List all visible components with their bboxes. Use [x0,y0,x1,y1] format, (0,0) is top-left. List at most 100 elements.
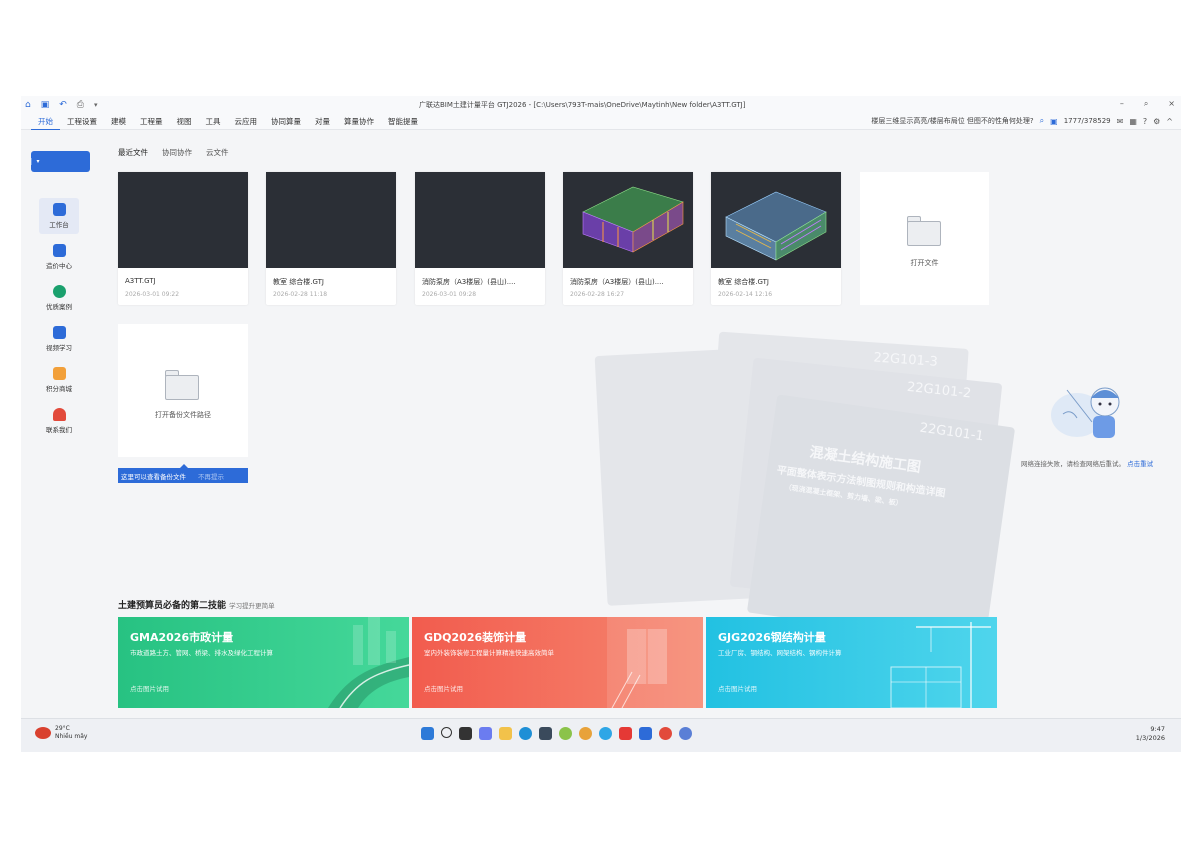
menu-item-cooperate[interactable]: 算量协作 [337,114,381,130]
sidebar-item-cost-center[interactable]: 造价中心 [39,239,79,275]
right-panel: 网络连接失败，请检查网络后重试。 点击重试 [1017,130,1181,718]
promo-card-subtitle: 工业厂房、钢结构、网架结构、钢构件计算 [718,649,842,657]
task-view-icon[interactable] [459,727,472,740]
account-id[interactable]: 1777/378529 [1064,117,1111,125]
recent-file-card[interactable]: 消防泵房（A3楼层）(县山).... 2026-03-01 09:28 [415,172,545,305]
window-controls: – ⌕ × [1120,99,1175,109]
mascot-illustration [1051,387,1120,438]
menu-item-quantities[interactable]: 工程量 [133,114,170,130]
promo-card-gjg[interactable]: GJG2026钢结构计量 工业厂房、钢结构、网架结构、钢构件计算 点击图片试用 [706,617,997,708]
book-code: 22G101-2 [906,379,972,402]
print-icon[interactable]: ⎙ [77,100,84,110]
collapse-icon[interactable]: ^ [1166,117,1173,126]
customize-icon[interactable]: ▾ [94,101,98,109]
clock-time: 9:47 [1150,725,1165,733]
message-icon[interactable]: ✉ [1117,117,1124,126]
promo-card-gdq[interactable]: GDQ2026装饰计量 室内外装饰装修工程量计算精准快速高效简单 点击图片试用 [412,617,703,708]
menu-bar: 开始 工程设置 建模 工程量 视图 工具 云应用 协同算量 对量 算量协作 智能… [21,114,1181,130]
book-cover: 22G101-1 混凝土结构施工图 平面整体表示方法制图规则和构造详图 （现浇混… [746,394,1016,646]
sidebar: + 新建 ▾ 工作台 造价中心 优质案例 视频学习 积分商城 [21,130,663,718]
user-avatar-icon[interactable]: ▣ [1050,117,1058,126]
chrome-alt-icon[interactable] [659,727,672,740]
hint-dismiss-link[interactable]: 不再提示 [198,471,224,481]
sidebar-item-label: 积分商城 [46,385,72,393]
recent-file-card[interactable]: 消防泵房（A3楼层）(县山).... 2026-02-28 16:27 [563,172,693,305]
sidebar-item-store[interactable]: 积分商城 [39,362,79,398]
tab-cloud-files[interactable]: 云文件 [206,147,229,158]
backup-hint-tooltip: 这里可以查看备份文件 不再提示 [118,468,248,483]
menu-tabs: 开始 工程设置 建模 工程量 视图 工具 云应用 协同算量 对量 算量协作 智能… [21,114,425,130]
menu-item-collab[interactable]: 协同算量 [264,114,308,130]
file-thumbnail [563,172,693,268]
undo-icon[interactable]: ↶ [59,100,67,110]
gift-icon [52,367,66,380]
gtj-app-icon[interactable] [639,727,652,740]
minimize-button[interactable]: – [1120,99,1124,109]
background-books-image: 22G101-3 22G101-2 22G101-1 混凝土结构施工图 平面整体… [591,331,1016,646]
search-icon[interactable]: ⌕ [1040,116,1044,126]
weather-icon [35,727,51,739]
weather-desc: Nhiều mây [55,733,88,740]
promo-card-action[interactable]: 点击图片试用 [718,683,757,693]
ie-icon[interactable] [599,727,612,740]
menu-item-project-settings[interactable]: 工程设置 [60,114,104,130]
title-bar: ⌂ ▣ ↶ ⎙ ▾ 广联达BIM土建计量平台 GTJ2026 - [C:\Use… [21,96,1181,114]
sidebar-item-label: 联系我们 [46,426,72,434]
quick-access-toolbar: ⌂ ▣ ↶ ⎙ ▾ [21,100,98,110]
retry-link[interactable]: 点击重试 [1127,460,1153,468]
promo-card-action[interactable]: 点击图片试用 [424,683,463,693]
settings-icon[interactable]: ⚙ [1153,117,1160,126]
menu-item-compare[interactable]: 对量 [308,114,337,130]
system-clock[interactable]: 9:47 1/3/2026 [1136,725,1165,743]
edge-icon[interactable] [519,727,532,740]
bell-icon [52,408,66,421]
sidebar-nav: 工作台 造价中心 优质案例 视频学习 积分商城 联系我们 [21,198,101,444]
promo-card-gma[interactable]: GMA2026市政计量 市政道路土方、管网、桥梁、排水及绿化工程计算 点击图片试… [118,617,409,708]
book-code: 22G101-1 [918,420,985,445]
os-taskbar: 29°C Nhiều mây 9:47 1/3/2026 [21,718,1181,752]
menu-item-view[interactable]: 视图 [170,114,199,130]
recent-file-card[interactable]: 教室 综合楼.GTJ 2026-02-14 12:16 [711,172,841,305]
promo-title: 土建预算员必备的第二技能 [118,601,227,611]
menu-right-area: 楼层三维显示高亮/楼层布局位 但图不的性角何处理? ⌕ ▣ 1777/37852… [871,116,1173,126]
app-screen: ⌂ ▣ ↶ ⎙ ▾ 广联达BIM土建计量平台 GTJ2026 - [C:\Use… [21,96,1181,752]
restore-button[interactable]: ⌕ [1144,99,1148,109]
calendar-icon[interactable]: ▦ [1129,117,1137,126]
search-icon[interactable] [441,727,452,738]
recent-file-card[interactable]: 教室 综合楼.GTJ 2026-02-28 11:18 [266,172,396,305]
weather-widget[interactable]: 29°C Nhiều mây [35,725,87,741]
store-icon[interactable] [539,727,552,740]
help-icon[interactable]: ? [1143,117,1147,126]
menu-item-cloud[interactable]: 云应用 [228,114,265,130]
menu-item-start[interactable]: 开始 [31,114,60,130]
chrome-icon[interactable] [579,727,592,740]
backup-folder-card[interactable]: 打开备份文件路径 [118,324,248,457]
widgets-icon[interactable] [479,727,492,740]
clock-date: 1/3/2026 [1135,734,1165,742]
close-button[interactable]: × [1168,99,1175,109]
recent-file-card[interactable]: A3TT.GTJ 2026-03-01 09:22 [118,172,248,305]
app-icon[interactable] [559,727,572,740]
promo-card-action[interactable]: 点击图片试用 [130,683,169,693]
chevron-down-icon[interactable]: ▾ [31,158,44,165]
file-name: 教室 综合楼.GTJ [273,278,324,286]
sidebar-item-workbench[interactable]: 工作台 [39,198,79,234]
new-project-button[interactable]: + 新建 ▾ [31,151,663,195]
menu-item-smart[interactable]: 智能提量 [381,114,425,130]
tab-recent-files[interactable]: 最近文件 [118,147,148,158]
open-file-card[interactable]: 打开文件 [860,172,989,305]
save-icon[interactable]: ▣ [41,100,50,110]
youtube-icon[interactable] [619,727,632,740]
sidebar-item-cases[interactable]: 优质案例 [39,280,79,316]
sidebar-item-contact[interactable]: 联系我们 [39,403,79,439]
menu-item-tools[interactable]: 工具 [199,114,228,130]
menu-item-modeling[interactable]: 建模 [104,114,133,130]
open-file-label: 打开文件 [910,259,939,267]
sidebar-item-video[interactable]: 视频学习 [39,321,79,357]
file-name: 教室 综合楼.GTJ [718,278,769,286]
file-explorer-icon[interactable] [499,727,512,740]
start-menu-icon[interactable] [421,727,434,740]
help-search-text[interactable]: 楼层三维显示高亮/楼层布局位 但图不的性角何处理? [871,116,1033,126]
glodon-icon[interactable] [679,727,692,740]
tab-collaboration[interactable]: 协同协作 [162,147,192,158]
